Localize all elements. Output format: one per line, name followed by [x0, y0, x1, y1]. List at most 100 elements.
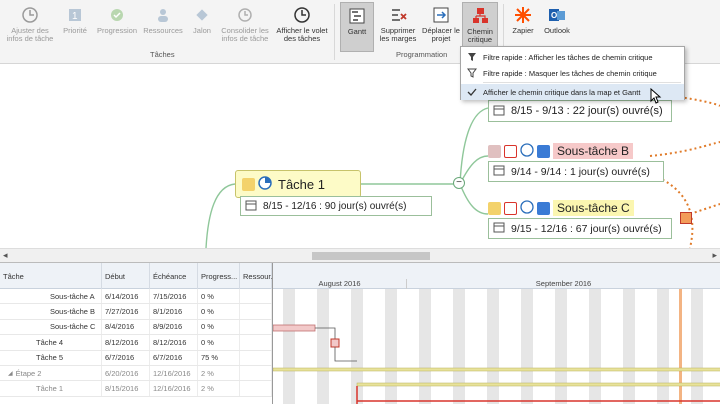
table-row[interactable]: Sous-tâche C 8/4/2016 8/9/2016 0 % — [0, 319, 272, 336]
subtask-c-date-node[interactable]: 9/15 - 12/16 : 67 jour(s) ouvré(s) — [488, 218, 672, 239]
task-info-icon — [242, 177, 255, 191]
menu-separator — [483, 82, 681, 83]
task-pane-icon — [292, 5, 312, 25]
cell-end-text: 8/12/2016 — [153, 337, 187, 347]
jalon-button[interactable]: Jalon — [188, 2, 216, 52]
task-info-small-icon — [488, 201, 501, 215]
cell-task-text: Sous-tâche B — [50, 307, 96, 317]
menu-item-show-in-map-label: Afficher le chemin critique dans la map … — [483, 87, 641, 97]
cell-resources — [240, 350, 272, 365]
cell-end-text: 12/16/2016 — [153, 368, 191, 378]
linked-task-marker-icon[interactable] — [680, 212, 692, 224]
cell-end-text: 8/1/2016 — [153, 307, 183, 317]
critical-path-icon — [470, 6, 490, 26]
map-horizontal-scrollbar[interactable]: ◂ ▸ — [0, 248, 720, 262]
clock-plus-icon — [20, 5, 40, 25]
cell-progress: 0 % — [198, 304, 240, 319]
cell-start: 8/4/2016 — [102, 319, 150, 335]
critical-path-button[interactable]: Chemin critique — [462, 2, 498, 52]
cell-task: Sous-tâche A — [0, 289, 102, 304]
col-header-start[interactable]: Début — [102, 263, 150, 289]
cell-end: 8/12/2016 — [150, 335, 198, 350]
table-row[interactable]: Tâche 5 6/7/2016 6/7/2016 75 % — [0, 350, 272, 366]
group-separator — [334, 4, 335, 60]
zapier-label: Zapier — [512, 26, 534, 35]
table-row[interactable]: Sous-tâche B 7/27/2016 8/1/2016 0 % — [0, 304, 272, 320]
menu-item-show-critical[interactable]: Filtre rapide : Afficher les tâches de c… — [461, 49, 684, 65]
scroll-right-icon[interactable]: ▸ — [712, 250, 717, 261]
subtask-b-node[interactable]: Sous-tâche B — [488, 141, 634, 161]
scroll-thumb[interactable] — [312, 252, 430, 260]
cell-end: 8/1/2016 — [150, 304, 198, 319]
cell-start-text: 8/15/2016 — [105, 384, 139, 394]
move-project-button[interactable]: Déplacer le projet — [422, 2, 460, 52]
move-project-label: Déplacer le projet — [422, 26, 460, 43]
cell-task: Tâche 1 — [0, 381, 102, 396]
cell-task-text: Tâche 4 — [36, 337, 64, 347]
ajuster-infos-button[interactable]: Ajuster des infos de tâche — [4, 2, 56, 52]
gantt-table-body: Sous-tâche A 6/14/2016 7/15/2016 0 % Sous-tâ… — [0, 289, 272, 397]
col-header-end[interactable]: Échéance — [150, 263, 198, 289]
cell-start: 7/27/2016 — [102, 304, 150, 319]
zapier-button[interactable]: Zapier — [508, 2, 538, 52]
remove-margins-button[interactable]: Supprimer les marges — [376, 2, 420, 52]
subtask-c-node[interactable]: Sous-tâche C — [488, 198, 634, 218]
calendar-icon — [493, 104, 505, 119]
remove-margins-icon — [388, 5, 408, 25]
resources-button[interactable]: Ressources — [142, 2, 184, 52]
progression-button[interactable]: Progression — [94, 2, 140, 52]
progress-circle-icon — [520, 142, 534, 160]
group-label-programmation: Programmation — [396, 50, 448, 59]
task-pane-button[interactable]: Afficher le volet des tâches — [274, 2, 330, 52]
cell-progress-text: 2 % — [201, 368, 214, 378]
month-august: August 2016 — [273, 279, 407, 289]
filter-icon — [461, 52, 483, 62]
col-header-task[interactable]: Tâche — [0, 263, 102, 289]
collapse-toggle[interactable]: − — [453, 177, 465, 189]
expand-arrow-icon[interactable]: ◢ — [8, 370, 13, 377]
month-september: September 2016 — [407, 279, 720, 289]
critical-path-label: Chemin critique — [467, 27, 493, 44]
table-row[interactable]: Tâche 4 8/12/2016 8/12/2016 0 % — [0, 335, 272, 351]
cell-progress: 75 % — [198, 350, 240, 365]
scroll-left-icon[interactable]: ◂ — [3, 250, 8, 261]
cell-progress: 0 % — [198, 319, 240, 335]
col-header-resources[interactable]: Ressour... — [240, 263, 277, 289]
table-row[interactable]: ◢ Étape 2 6/20/2016 12/16/2016 2 % — [0, 365, 272, 382]
filter-outline-icon — [461, 68, 483, 78]
gantt-button[interactable]: Gantt — [340, 2, 374, 52]
priority-button[interactable]: 1 Priorité — [58, 2, 92, 52]
cell-start: 8/15/2016 — [102, 381, 150, 396]
consolider-button[interactable]: Consolider les infos de tâche — [218, 2, 272, 52]
menu-item-hide-critical[interactable]: Filtre rapide : Masquer les tâches de ch… — [461, 65, 684, 81]
cell-resources — [240, 319, 272, 335]
menu-item-hide-critical-label: Filtre rapide : Masquer les tâches de ch… — [483, 68, 657, 78]
subtask-b-date-node[interactable]: 9/14 - 9/14 : 1 jour(s) ouvré(s) — [488, 161, 664, 182]
cell-task-text: Tâche 5 — [36, 353, 64, 363]
cell-progress-text: 0 % — [201, 291, 214, 301]
ajuster-infos-label: Ajuster des infos de tâche — [6, 26, 54, 43]
table-row[interactable]: Tâche 1 8/15/2016 12/16/2016 2 % — [0, 381, 272, 397]
gantt-timeline[interactable]: August 2016 September 2016 — [272, 263, 720, 404]
col-header-progress[interactable]: Progress... — [198, 263, 240, 289]
top-date-node[interactable]: 8/15 - 9/13 : 22 jour(s) ouvré(s) — [488, 100, 672, 122]
cell-end-text: 8/9/2016 — [153, 322, 183, 332]
cell-task-text: Tâche 1 — [36, 384, 64, 394]
cell-progress: 2 % — [198, 381, 240, 396]
outlook-button[interactable]: O Outlook — [540, 2, 574, 52]
task-pane-label: Afficher le volet des tâches — [276, 26, 328, 43]
consolidate-icon — [235, 5, 255, 25]
main-task-node[interactable]: Tâche 1 — [235, 170, 361, 198]
critical-path-small-icon — [504, 144, 517, 158]
table-row[interactable]: Sous-tâche A 6/14/2016 7/15/2016 0 % — [0, 289, 272, 305]
cell-task: ◢ Étape 2 — [0, 365, 102, 381]
subtask-c-dates: 9/15 - 12/16 : 67 jour(s) ouvré(s) — [511, 222, 662, 235]
critical-path-small-icon — [504, 201, 517, 215]
cell-progress-text: 2 % — [201, 384, 214, 394]
cell-end: 12/16/2016 — [150, 365, 198, 381]
cell-start-text: 7/27/2016 — [105, 307, 139, 317]
main-task-date-node[interactable]: 8/15 - 12/16 : 90 jour(s) ouvré(s) — [240, 196, 432, 216]
resources-small-icon — [488, 144, 501, 158]
cell-end: 6/7/2016 — [150, 350, 198, 365]
cell-end: 7/15/2016 — [150, 289, 198, 304]
